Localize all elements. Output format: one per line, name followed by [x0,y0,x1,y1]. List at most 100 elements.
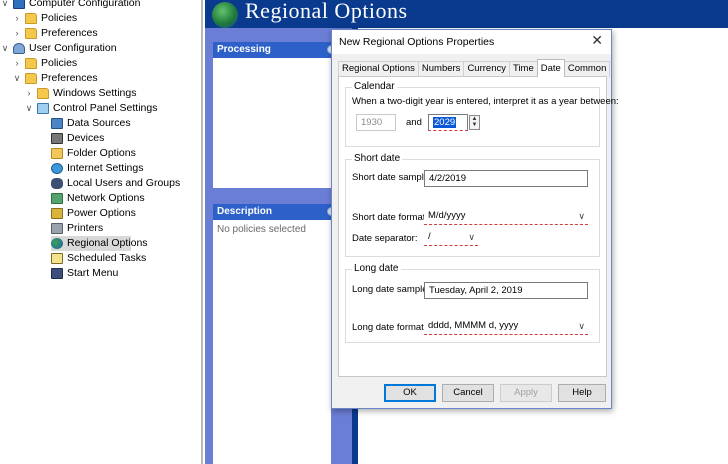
tree-item[interactable]: Scheduled Tasks [51,251,146,266]
tree-item[interactable]: › Windows Settings [24,86,136,101]
description-panel: Description No policies selected [213,204,336,464]
short-date-format-combo[interactable]: M/d/yyyy ∨ [424,208,588,225]
globe-icon [212,2,238,28]
tree-item[interactable]: Local Users and Groups [51,176,180,191]
long-date-format-combo[interactable]: dddd, MMMM d, yyyy ∨ [424,318,588,335]
banner: Regional Options [205,0,728,28]
tree-item-label: Regional Options [67,237,148,249]
power-icon [51,208,63,219]
tab-common[interactable]: Common [563,61,611,77]
tree-item-label: Policies [41,57,78,69]
folder-icon [25,73,37,84]
dialog-titlebar[interactable]: New Regional Options Properties ✕ [332,30,611,54]
long-date-format-value: dddd, MMMM d, yyyy [428,320,519,331]
short-date-group: Short date Short date sample: 4/2/2019 S… [345,153,600,257]
tab-currency[interactable]: Currency [463,61,510,77]
tree-item-label: Windows Settings [53,87,137,99]
globe-icon [51,238,63,249]
tree-item[interactable]: ∨ Preferences [12,71,98,86]
chevron-down-icon[interactable]: ∨ [0,0,10,11]
tree-item[interactable]: › Policies [12,56,77,71]
tree-item-label: Computer Configuration [29,0,141,9]
tree-item[interactable]: Regional Options [51,236,148,251]
tree-item[interactable]: ∨ Control Panel Settings [24,101,157,116]
chevron-down-icon[interactable]: ∨ [0,41,10,56]
chevron-right-icon[interactable]: › [12,11,22,26]
long-date-group-label: Long date [352,263,401,274]
chevron-right-icon[interactable]: › [12,56,22,71]
chevron-down-icon[interactable]: ∨ [24,101,34,116]
tree-item[interactable]: › Preferences [12,26,98,41]
date-separator-combo[interactable]: / ∨ [424,229,478,246]
tree-item[interactable]: Network Options [51,191,145,206]
tree-item-label: Power Options [67,207,136,219]
short-date-format-label: Short date format: [352,212,429,223]
dialog-title: New Regional Options Properties [339,36,495,48]
tree-item[interactable]: Data Sources [51,116,131,131]
tab-date[interactable]: Date [536,59,565,77]
processing-panel: Processing [213,42,336,188]
tree-item-label: Local Users and Groups [67,177,181,189]
folder-icon [25,28,37,39]
tab-numbers[interactable]: Numbers [417,61,465,77]
calendar-group: Calendar When a two-digit year is entere… [345,81,619,147]
date-separator-label: Date separator: [352,233,418,244]
task-sidebar: Processing Description No policies selec… [205,28,352,464]
short-date-group-label: Short date [352,153,403,164]
short-date-sample-field: 4/2/2019 [424,170,588,187]
tree-item[interactable]: Printers [51,221,103,236]
tree-item-label: Control Panel Settings [53,102,158,114]
tree-item-label: Devices [67,132,105,144]
cancel-button[interactable]: Cancel [442,384,494,402]
chevron-right-icon[interactable]: › [24,86,34,101]
close-icon[interactable]: ✕ [591,32,603,49]
help-button[interactable]: Help [558,384,606,402]
description-text: No policies selected [217,224,306,235]
chevron-down-icon[interactable]: ∨ [468,229,475,245]
tree-item-label: Network Options [67,192,145,204]
users-groups-icon [51,178,63,189]
tree-item[interactable]: Power Options [51,206,136,221]
tab-strip: Regional Options Numbers Currency Time Date C… [338,59,611,77]
chevron-down-icon[interactable]: ∨ [12,71,22,86]
year-spinner[interactable]: ▲ ▼ [469,115,480,130]
long-date-format-label: Long date format: [352,322,427,333]
processing-header: Processing [213,42,331,58]
to-year-field[interactable]: 2029 [428,114,468,131]
tree-item-label: Preferences [41,27,98,39]
tree-item[interactable]: › Policies [12,11,77,26]
tree-pane[interactable]: ∨ Computer Configuration › Policies › Prefere… [0,0,203,464]
tree-item[interactable]: Internet Settings [51,161,143,176]
chevron-down-icon[interactable]: ∨ [578,318,585,334]
tree-item-label: Scheduled Tasks [67,252,147,264]
short-date-sample-label: Short date sample: [352,172,432,183]
long-date-group: Long date Long date sample: Tuesday, Apr… [345,263,600,343]
user-icon [13,43,25,54]
folder-icon [25,58,37,69]
and-label: and [406,117,422,128]
to-year-value: 2029 [433,117,457,128]
banner-title: Regional Options [245,0,408,23]
start-menu-icon [51,268,63,279]
devices-icon [51,133,63,144]
tab-regional-options[interactable]: Regional Options [338,61,419,77]
tree-item[interactable]: ∨ User Configuration [0,41,117,56]
short-date-format-value: M/d/yyyy [428,210,466,221]
ok-button[interactable]: OK [384,384,436,402]
tree-item-label: Policies [41,12,78,24]
long-date-sample-label: Long date sample: [352,284,431,295]
tree-item-label: Folder Options [67,147,136,159]
tree-item-label: Internet Settings [67,162,144,174]
chevron-right-icon[interactable]: › [12,26,22,41]
folder-icon [37,88,49,99]
tree-item[interactable]: Devices [51,131,104,146]
properties-dialog: New Regional Options Properties ✕ Region… [331,29,619,409]
date-tab-panel: Calendar When a two-digit year is entere… [338,76,619,377]
tree-item-label: Data Sources [67,117,131,129]
calendar-group-label: Calendar [352,81,397,92]
tree-item[interactable]: Start Menu [51,266,118,281]
tree-item[interactable]: Folder Options [51,146,136,161]
chevron-down-icon[interactable]: ∨ [578,208,585,224]
tab-time[interactable]: Time [508,61,538,77]
tree-item[interactable]: ∨ Computer Configuration [0,0,140,11]
